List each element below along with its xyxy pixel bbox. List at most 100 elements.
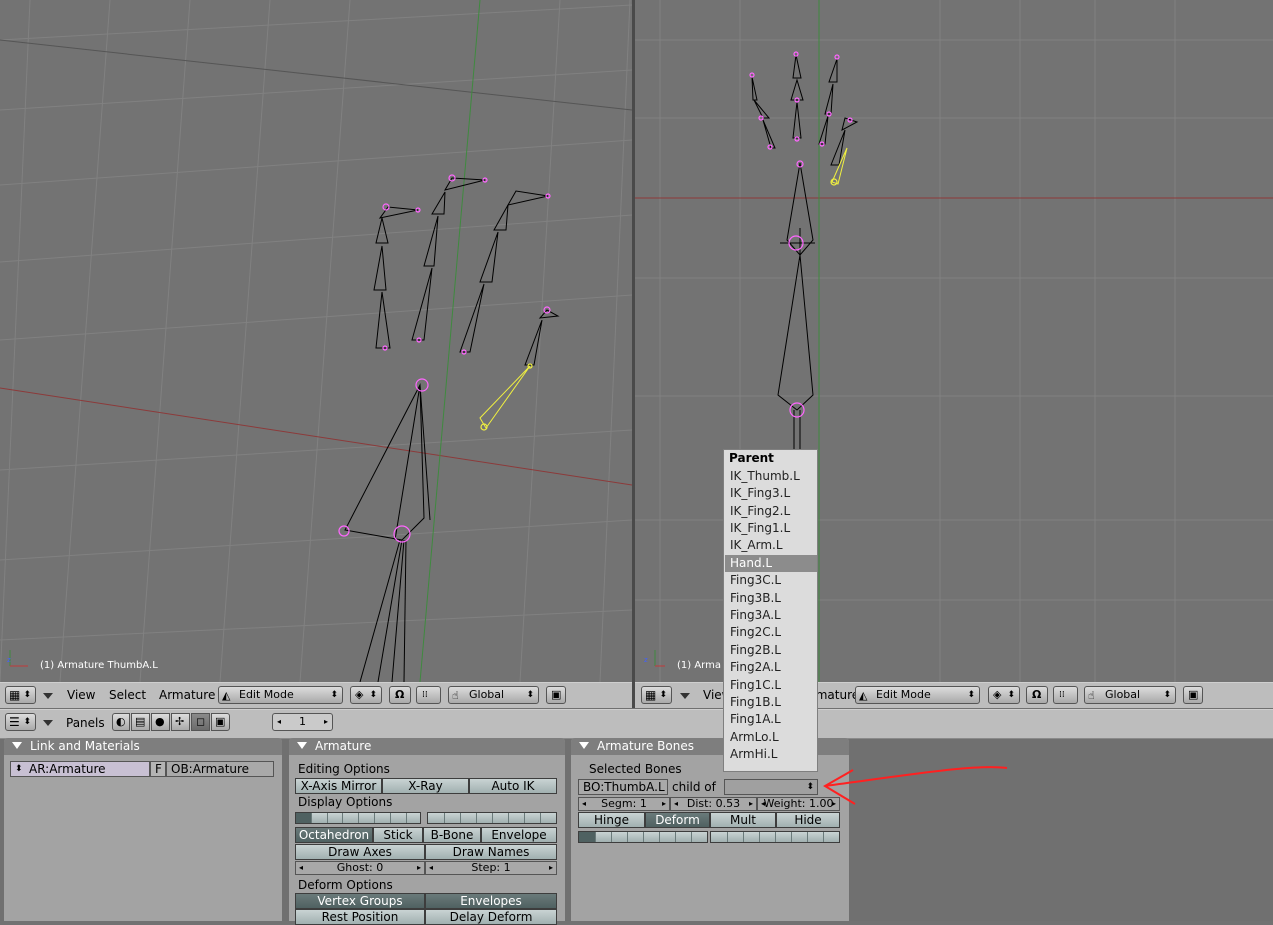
right-draw-type-select[interactable]: ◈ ⬍ — [988, 686, 1020, 704]
left-viewport-canvas — [0, 0, 632, 682]
frame-number-field[interactable]: ◂ 1 ▸ — [272, 713, 333, 731]
annotation-arrow-icon — [823, 766, 1008, 805]
delay-deform-button[interactable]: Delay Deform — [425, 909, 557, 925]
x-axis-mirror-button[interactable]: X-Axis Mirror — [295, 778, 382, 794]
bone-name-field[interactable]: BO:ThumbA.L — [578, 779, 668, 795]
mult-button[interactable]: Mult — [710, 812, 776, 828]
viewport-divider[interactable] — [632, 0, 635, 708]
deform-button[interactable]: Deform — [645, 812, 710, 828]
parent-menu-title: Parent — [729, 451, 774, 465]
parent-option-fing3b-l[interactable]: Fing3B.L — [725, 590, 817, 607]
buttons-editor-type-button[interactable]: ☰ ⬍ — [5, 713, 36, 731]
left-grid — [0, 0, 632, 682]
parent-option-armhi-l[interactable]: ArmHi.L — [725, 746, 817, 763]
parent-option-ik-fing2-l[interactable]: IK_Fing2.L — [725, 503, 817, 520]
bone-layers-left[interactable] — [578, 831, 708, 843]
right-pivot-button[interactable]: Ω — [1026, 686, 1048, 704]
octahedron-button[interactable]: Octahedron — [295, 827, 373, 843]
editor-type-button[interactable]: ▦ ⬍ — [5, 686, 36, 704]
svg-text:z: z — [644, 656, 648, 664]
context-scene-button[interactable]: ▣ — [211, 713, 230, 731]
draw-names-button[interactable]: Draw Names — [425, 844, 557, 860]
display-options-label: Display Options — [298, 795, 393, 809]
segments-field[interactable]: ◂ Segm: 1 ▸ — [578, 797, 670, 811]
parent-option-fing1c-l[interactable]: Fing1C.L — [725, 677, 817, 694]
buttons-header: ☰ ⬍ Panels ◐ ▤ ● ✢ ◻ ▣ ◂ 1 ▸ — [0, 709, 1273, 739]
context-object-button[interactable]: ✢ — [171, 713, 190, 731]
parent-select[interactable]: ⬍ — [724, 779, 818, 795]
right-editor-type-button[interactable]: ▦ ⬍ — [641, 686, 672, 704]
collapse-triangle-icon — [297, 742, 307, 749]
context-editing-button[interactable]: ◻ — [191, 713, 210, 731]
mode-select[interactable]: ◭ Edit Mode ⬍ — [218, 686, 343, 704]
auto-ik-button[interactable]: Auto IK — [469, 778, 557, 794]
parent-option-fing1b-l[interactable]: Fing1B.L — [725, 694, 817, 711]
right-bone-joints — [749, 51, 853, 418]
b-bone-button[interactable]: B-Bone — [423, 827, 481, 843]
envelope-button[interactable]: Envelope — [481, 827, 557, 843]
hinge-button[interactable]: Hinge — [578, 812, 645, 828]
parent-option-fing2c-l[interactable]: Fing2C.L — [725, 624, 817, 641]
parent-option-ik-fing1-l[interactable]: IK_Fing1.L — [725, 520, 817, 537]
right-header-collapse-icon[interactable] — [680, 693, 690, 699]
right-mode-select[interactable]: ◭ Edit Mode ⬍ — [855, 686, 980, 704]
parent-option-fing3c-l[interactable]: Fing3C.L — [725, 572, 817, 589]
orientation-select[interactable]: ☝ Global ⬍ — [448, 686, 539, 704]
selected-thumb-bone — [479, 365, 531, 429]
envelopes-button[interactable]: Envelopes — [425, 893, 557, 909]
draw-axes-button[interactable]: Draw Axes — [295, 844, 425, 860]
link-materials-panel: Link and Materials ⬍ AR:Armature F OB:Arm… — [4, 738, 282, 921]
right-finger-bones — [751, 54, 859, 450]
panels-menu[interactable]: Panels — [66, 716, 105, 730]
fake-user-button[interactable]: F — [150, 761, 166, 777]
svg-text:z: z — [7, 656, 11, 664]
editing-options-label: Editing Options — [298, 762, 390, 776]
right-orientation-select[interactable]: ☝ Global ⬍ — [1084, 686, 1176, 704]
armature-layers-left[interactable] — [295, 812, 421, 824]
header-collapse-icon[interactable] — [43, 693, 53, 699]
draw-type-select[interactable]: ◈ ⬍ — [350, 686, 382, 704]
dist-field[interactable]: ◂ Dist: 0.53 ▸ — [670, 797, 757, 811]
parent-option-ik-arm-l[interactable]: IK_Arm.L — [725, 537, 817, 554]
context-logic-button[interactable]: ◐ — [112, 713, 130, 731]
parent-option-fing2b-l[interactable]: Fing2B.L — [725, 642, 817, 659]
right-viewport-caption: (1) Arma — [677, 660, 721, 671]
left-3d-viewport[interactable]: z (1) Armature ThumbA.L — [0, 0, 632, 682]
hide-button[interactable]: Hide — [776, 812, 840, 828]
parent-option-ik-fing3-l[interactable]: IK_Fing3.L — [725, 485, 817, 502]
object-name-field[interactable]: OB:Armature — [166, 761, 274, 777]
pivot-button[interactable]: Ω — [389, 686, 411, 704]
right-edit-mode-icon: ◭ — [859, 689, 868, 702]
right-axis-gizmo-icon: z — [644, 650, 665, 667]
menu-armature[interactable]: Armature — [159, 688, 215, 702]
vertex-groups-button[interactable]: Vertex Groups — [295, 893, 425, 909]
link-materials-panel-title[interactable]: Link and Materials — [4, 738, 282, 755]
armature-datablock-field[interactable]: ⬍ AR:Armature — [10, 761, 150, 777]
stick-button[interactable]: Stick — [373, 827, 423, 843]
menu-view[interactable]: View — [67, 688, 95, 702]
parent-option-fing1a-l[interactable]: Fing1A.L — [725, 711, 817, 728]
manipulator-button[interactable]: ⁞⁞ — [416, 686, 441, 704]
armature-panel-title[interactable]: Armature — [289, 738, 565, 755]
right-render-view-button[interactable]: ▣ — [1183, 686, 1203, 704]
parent-option-hand-l[interactable]: Hand.L — [725, 555, 817, 572]
parent-option-armlo-l[interactable]: ArmLo.L — [725, 729, 817, 746]
x-ray-button[interactable]: X-Ray — [382, 778, 469, 794]
left-viewport-caption: (1) Armature ThumbA.L — [40, 660, 158, 671]
rest-position-button[interactable]: Rest Position — [295, 909, 425, 925]
step-field[interactable]: ◂ Step: 1 ▸ — [425, 861, 557, 875]
context-script-button[interactable]: ▤ — [131, 713, 150, 731]
right-menu-armature[interactable]: rmature — [811, 688, 859, 702]
bone-layers-right[interactable] — [710, 831, 840, 843]
ghost-field[interactable]: ◂ Ghost: 0 ▸ — [295, 861, 425, 875]
armature-layers-right[interactable] — [427, 812, 557, 824]
child-of-label: child of — [672, 780, 716, 794]
parent-option-ik-thumb-l[interactable]: IK_Thumb.L — [725, 468, 817, 485]
parent-option-fing2a-l[interactable]: Fing2A.L — [725, 659, 817, 676]
menu-select[interactable]: Select — [109, 688, 146, 702]
context-shading-button[interactable]: ● — [151, 713, 170, 731]
right-manipulator-button[interactable]: ⁞⁞ — [1053, 686, 1078, 704]
buttons-header-collapse-icon[interactable] — [43, 720, 53, 726]
parent-option-fing3a-l[interactable]: Fing3A.L — [725, 607, 817, 624]
render-view-button[interactable]: ▣ — [546, 686, 566, 704]
